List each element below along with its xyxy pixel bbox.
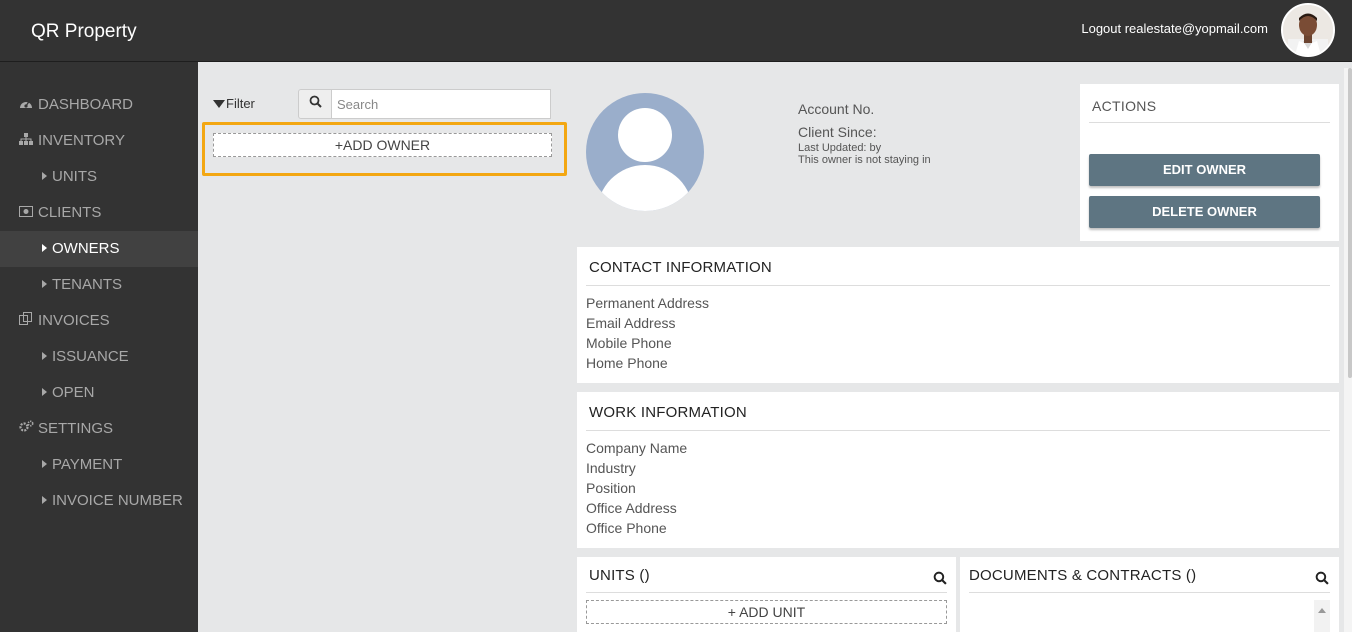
caret-right-icon	[42, 280, 47, 288]
office-address-label: Office Address	[586, 500, 677, 516]
work-info-card: WORK INFORMATION Company Name Industry P…	[577, 392, 1339, 548]
mobile-phone-label: Mobile Phone	[586, 335, 672, 351]
sidebar-item-dashboard[interactable]: DASHBOARD	[0, 87, 198, 123]
user-photo-icon	[1283, 5, 1333, 55]
documents-title: DOCUMENTS & CONTRACTS ()	[969, 567, 1197, 584]
last-updated-text: Last Updated: by	[798, 142, 882, 154]
caret-right-icon	[42, 388, 47, 396]
caret-right-icon	[42, 496, 47, 504]
units-title: UNITS ()	[589, 567, 650, 584]
sidebar-item-clients[interactable]: CLIENTS	[0, 195, 198, 231]
sidebar-item-label: INVENTORY	[38, 132, 125, 149]
sidebar-item-label: ISSUANCE	[52, 348, 129, 365]
filter-label: Filter	[226, 96, 255, 111]
sidebar-item-owners[interactable]: OWNERS	[0, 231, 198, 267]
sidebar-item-label: INVOICE NUMBER	[52, 492, 183, 509]
add-owner-button[interactable]: +ADD OWNER	[213, 133, 552, 157]
email-address-label: Email Address	[586, 315, 676, 331]
avatar-body-shape	[597, 165, 693, 211]
sidebar-item-tenants[interactable]: TENANTS	[0, 267, 198, 303]
documents-scrollbar[interactable]	[1314, 600, 1330, 632]
avatar-head-shape	[618, 108, 672, 162]
units-card: UNITS () + ADD UNIT	[577, 557, 956, 632]
add-unit-button[interactable]: + ADD UNIT	[586, 600, 947, 624]
filter-toggle[interactable]: Filter	[213, 96, 255, 111]
user-avatar[interactable]	[1281, 3, 1335, 57]
actions-card: ACTIONS EDIT OWNER DELETE OWNER	[1080, 84, 1339, 241]
contact-info-card: CONTACT INFORMATION Permanent Address Em…	[577, 247, 1339, 383]
brand-title[interactable]: QR Property	[31, 21, 137, 43]
sidebar-item-label: CLIENTS	[38, 204, 102, 221]
sidebar-item-label: OPEN	[52, 384, 95, 401]
caret-right-icon	[42, 352, 47, 360]
actions-title: ACTIONS	[1092, 98, 1157, 114]
page-scrollbar-thumb[interactable]	[1348, 68, 1352, 378]
divider	[586, 285, 1330, 286]
sidebar-item-invoice-number[interactable]: INVOICE NUMBER	[0, 483, 198, 519]
sitemap-icon	[18, 123, 34, 159]
caret-right-icon	[42, 172, 47, 180]
sidebar-item-label: INVOICES	[38, 312, 110, 329]
divider	[586, 430, 1330, 431]
staying-note: This owner is not staying in	[798, 154, 931, 166]
scroll-up-icon[interactable]	[1318, 608, 1326, 613]
divider	[1089, 122, 1330, 123]
client-since-label: Client Since:	[798, 124, 877, 140]
sidebar-item-settings[interactable]: SETTINGS	[0, 411, 198, 447]
permanent-address-label: Permanent Address	[586, 295, 709, 311]
work-info-title: WORK INFORMATION	[589, 404, 747, 421]
owner-list-panel: Filter +ADD OWNER	[202, 68, 567, 632]
filter-icon	[213, 100, 225, 108]
search-icon	[309, 95, 322, 108]
copy-icon	[18, 303, 34, 339]
contact-info-title: CONTACT INFORMATION	[589, 259, 772, 276]
caret-right-icon	[42, 244, 47, 252]
account-no-label: Account No.	[798, 101, 875, 117]
gears-icon	[18, 411, 34, 447]
office-phone-label: Office Phone	[586, 520, 667, 536]
industry-label: Industry	[586, 460, 636, 476]
sidebar-item-units[interactable]: UNITS	[0, 159, 198, 195]
company-name-label: Company Name	[586, 440, 688, 456]
search-icon[interactable]	[933, 571, 947, 585]
sidebar-item-payment[interactable]: PAYMENT	[0, 447, 198, 483]
divider	[586, 592, 947, 593]
money-icon	[18, 195, 34, 231]
home-phone-label: Home Phone	[586, 355, 668, 371]
position-label: Position	[586, 480, 636, 496]
sidebar-item-label: TENANTS	[52, 276, 123, 293]
owner-detail-panel: Account No. Client Since: Last Updated: …	[571, 68, 1344, 632]
logout-link[interactable]: Logout realestate@yopmail.com	[1081, 21, 1268, 36]
sidebar-item-label: UNITS	[52, 168, 97, 185]
caret-right-icon	[42, 460, 47, 468]
dashboard-icon	[18, 87, 34, 123]
documents-card: DOCUMENTS & CONTRACTS ()	[960, 557, 1339, 632]
divider	[969, 592, 1330, 593]
sidebar-item-invoices[interactable]: INVOICES	[0, 303, 198, 339]
top-bar: QR Property Logout realestate@yopmail.co…	[0, 0, 1352, 62]
search-input[interactable]	[331, 89, 551, 119]
sidebar-item-label: DASHBOARD	[38, 96, 134, 113]
sidebar-item-inventory[interactable]: INVENTORY	[0, 123, 198, 159]
sidebar-item-label: OWNERS	[52, 240, 120, 257]
search-icon[interactable]	[1315, 571, 1329, 585]
sidebar-item-label: SETTINGS	[38, 420, 114, 437]
sidebar-nav: DASHBOARD INVENTORY UNITS CLIENTS OWNERS…	[0, 62, 198, 632]
sidebar-item-issuance[interactable]: ISSUANCE	[0, 339, 198, 375]
edit-owner-button[interactable]: EDIT OWNER	[1089, 154, 1320, 186]
profile-placeholder-avatar	[586, 93, 704, 211]
delete-owner-button[interactable]: DELETE OWNER	[1089, 196, 1320, 228]
sidebar-item-label: PAYMENT	[52, 456, 123, 473]
search-button[interactable]	[298, 89, 332, 119]
sidebar-item-open[interactable]: OPEN	[0, 375, 198, 411]
